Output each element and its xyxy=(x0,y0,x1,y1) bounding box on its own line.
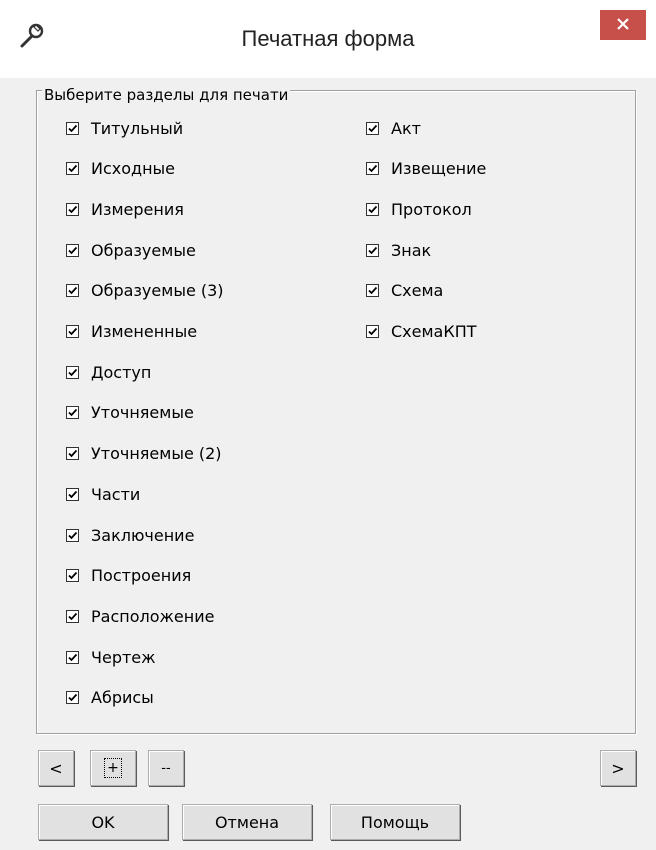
checkbox-label: Акт xyxy=(391,118,421,138)
prev-button[interactable]: < xyxy=(38,750,74,786)
section-checkbox[interactable]: Образуемые xyxy=(66,239,196,261)
checkbox-box[interactable] xyxy=(366,121,379,135)
focus-rect: + xyxy=(104,758,122,778)
checkbox-label: Измерения xyxy=(91,199,184,219)
checkbox-box[interactable] xyxy=(66,243,79,257)
checkbox-box[interactable] xyxy=(66,447,79,461)
checkbox-label: Образуемые xyxy=(91,240,196,260)
remove-button-label: -- xyxy=(161,760,171,776)
checkbox-box[interactable] xyxy=(66,365,79,379)
checkbox-label: Титульный xyxy=(91,118,184,138)
checkbox-label: Чертеж xyxy=(91,647,156,667)
section-checkbox[interactable]: Образуемые (3) xyxy=(66,280,224,302)
checkbox-label: СхемаКПТ xyxy=(391,322,477,341)
section-checkbox[interactable]: Схема xyxy=(366,280,443,302)
checkbox-box[interactable] xyxy=(66,691,79,705)
title-bar[interactable]: Печатная форма xyxy=(0,0,656,78)
checkbox-label: Знак xyxy=(391,240,432,260)
checkbox-box[interactable] xyxy=(66,569,79,583)
checkbox-box[interactable] xyxy=(66,650,79,664)
checkbox-box[interactable] xyxy=(66,528,79,542)
close-button[interactable] xyxy=(600,10,646,40)
section-checkbox[interactable]: Уточняемые (2) xyxy=(66,443,222,465)
checkbox-label: Извещение xyxy=(391,159,487,179)
checkbox-box[interactable] xyxy=(366,284,379,298)
checkbox-label: Уточняемые xyxy=(91,403,194,423)
checkbox-label: Доступ xyxy=(91,362,152,382)
groupbox-legend: Выберите разделы для печати xyxy=(42,86,291,104)
checkbox-label: Исходные xyxy=(91,159,176,179)
checkbox-box[interactable] xyxy=(66,202,79,216)
checkbox-box[interactable] xyxy=(66,406,79,420)
cancel-button[interactable]: Отмена xyxy=(182,804,312,840)
section-checkbox[interactable]: Протокол xyxy=(366,198,472,220)
checkbox-box[interactable] xyxy=(66,121,79,135)
section-checkbox[interactable]: Расположение xyxy=(66,605,214,627)
cancel-button-label: Отмена xyxy=(214,812,280,832)
section-checkbox[interactable]: Исходные xyxy=(66,158,175,180)
prev-button-label: < xyxy=(49,758,63,778)
print-form-dialog: Печатная форма Выберите разделы для печа… xyxy=(0,0,656,850)
checkbox-label: Измененные xyxy=(91,322,198,341)
checkbox-box[interactable] xyxy=(366,202,379,216)
checkbox-box[interactable] xyxy=(66,284,79,298)
section-checkbox[interactable]: Части xyxy=(66,483,140,505)
section-checkbox[interactable]: Доступ xyxy=(66,361,151,383)
ok-button-label: OK xyxy=(91,812,115,832)
help-button[interactable]: Помощь xyxy=(330,804,460,840)
checkbox-label: Схема xyxy=(391,281,444,301)
add-button[interactable]: + xyxy=(90,750,136,786)
checkbox-box[interactable] xyxy=(66,609,79,623)
checkbox-label: Заключение xyxy=(91,525,195,545)
checkbox-box[interactable] xyxy=(66,162,79,176)
checkbox-label: Протокол xyxy=(391,199,472,219)
checkbox-label: Уточняемые (2) xyxy=(91,444,222,464)
checkbox-label: Образуемые (3) xyxy=(91,281,224,301)
window-title: Печатная форма xyxy=(241,26,415,51)
checkbox-box[interactable] xyxy=(66,325,79,338)
checkbox-box[interactable] xyxy=(366,243,379,257)
section-checkbox[interactable]: Уточняемые xyxy=(66,402,194,424)
section-checkbox[interactable]: Акт xyxy=(366,117,421,139)
checkbox-label: Расположение xyxy=(91,606,215,626)
section-checkbox[interactable]: Извещение xyxy=(366,158,486,180)
section-checkbox[interactable]: Заключение xyxy=(66,524,194,546)
checkbox-label: Абрисы xyxy=(91,688,154,708)
section-checkbox[interactable]: Измерения xyxy=(66,198,184,220)
checkbox-box[interactable] xyxy=(366,162,379,176)
section-checkbox[interactable]: Чертеж xyxy=(66,646,156,668)
section-checkbox[interactable]: Абрисы xyxy=(66,687,154,709)
section-checkbox[interactable]: Знак xyxy=(366,239,431,261)
section-checkbox[interactable]: Построения xyxy=(66,565,191,587)
checkbox-label: Части xyxy=(91,484,141,504)
section-checkbox[interactable]: СхемаКПТ xyxy=(366,321,477,343)
checkbox-box[interactable] xyxy=(66,487,79,501)
section-checkbox[interactable]: Титульный xyxy=(66,117,183,139)
close-icon xyxy=(616,16,630,35)
help-button-label: Помощь xyxy=(360,812,430,832)
next-button[interactable]: > xyxy=(600,750,636,786)
next-button-label: > xyxy=(611,758,625,778)
section-checkbox[interactable]: Измененные xyxy=(66,321,197,343)
checkbox-box[interactable] xyxy=(366,325,379,338)
checkbox-label: Построения xyxy=(91,566,192,586)
add-button-label: + xyxy=(107,760,119,776)
remove-button[interactable]: -- xyxy=(148,750,184,786)
ok-button[interactable]: OK xyxy=(38,804,168,840)
